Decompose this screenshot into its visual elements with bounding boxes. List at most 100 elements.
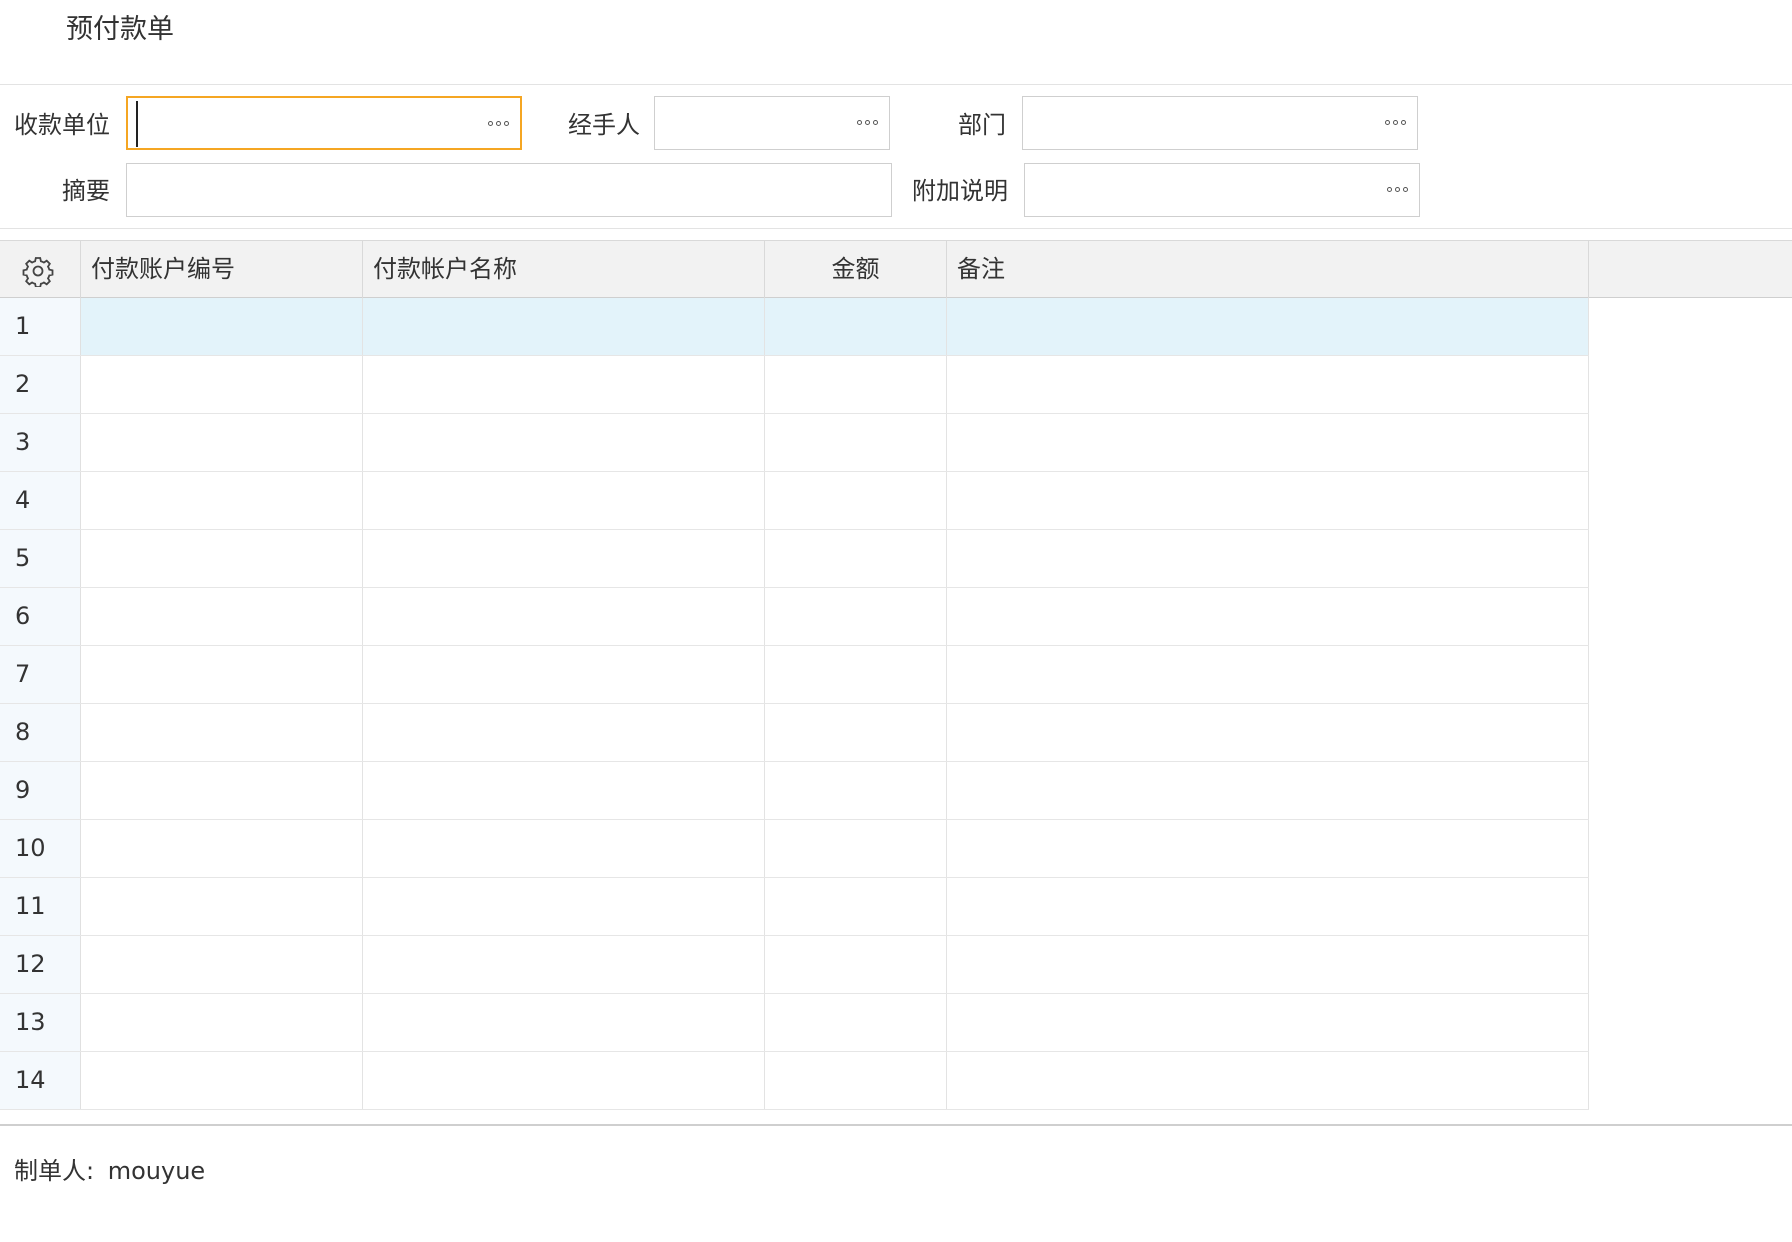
table-row[interactable]: 6: [0, 588, 1589, 646]
account-name-cell[interactable]: [363, 878, 765, 935]
remark-cell[interactable]: [947, 472, 1589, 529]
summary-field[interactable]: [126, 163, 892, 217]
table-row[interactable]: 14: [0, 1052, 1589, 1110]
account-name-cell[interactable]: [363, 472, 765, 529]
amount-cell[interactable]: [765, 588, 947, 645]
account-name-cell[interactable]: [363, 530, 765, 587]
row-number: 14: [0, 1052, 81, 1109]
account-name-cell[interactable]: [363, 356, 765, 413]
summary-input[interactable]: [139, 172, 883, 210]
amount-cell[interactable]: [765, 298, 947, 355]
form-divider: [0, 228, 1792, 229]
table-row[interactable]: 3: [0, 414, 1589, 472]
grid-bottom-border: [0, 1124, 1792, 1126]
remark-cell[interactable]: [947, 588, 1589, 645]
remark-cell[interactable]: [947, 704, 1589, 761]
row-number: 6: [0, 588, 81, 645]
gear-icon[interactable]: [22, 255, 54, 287]
col-header-amount[interactable]: 金额: [765, 241, 947, 298]
col-header-account-code[interactable]: 付款账户编号: [81, 241, 363, 298]
amount-cell[interactable]: [765, 936, 947, 993]
payee-label: 收款单位: [14, 111, 110, 139]
account-name-cell[interactable]: [363, 762, 765, 819]
account-code-cell[interactable]: [81, 530, 363, 587]
table-row[interactable]: 4: [0, 472, 1589, 530]
remark-cell[interactable]: [947, 936, 1589, 993]
remark-cell[interactable]: [947, 356, 1589, 413]
header-divider: [0, 84, 1792, 85]
table-row[interactable]: 1: [0, 298, 1589, 356]
handler-lookup-button[interactable]: [853, 109, 881, 135]
dept-input[interactable]: [1035, 105, 1373, 143]
account-code-cell[interactable]: [81, 936, 363, 993]
amount-cell[interactable]: [765, 1052, 947, 1109]
col-header-account-name[interactable]: 付款帐户名称: [363, 241, 765, 298]
account-name-cell[interactable]: [363, 588, 765, 645]
table-row[interactable]: 11: [0, 878, 1589, 936]
table-row[interactable]: 7: [0, 646, 1589, 704]
account-code-cell[interactable]: [81, 588, 363, 645]
handler-field[interactable]: [654, 96, 890, 150]
account-code-cell[interactable]: [81, 878, 363, 935]
table-row[interactable]: 8: [0, 704, 1589, 762]
account-code-cell[interactable]: [81, 472, 363, 529]
account-code-cell[interactable]: [81, 994, 363, 1051]
payee-lookup-button[interactable]: [484, 110, 512, 136]
table-row[interactable]: 13: [0, 994, 1589, 1052]
table-row[interactable]: 10: [0, 820, 1589, 878]
amount-cell[interactable]: [765, 994, 947, 1051]
table-row[interactable]: 9: [0, 762, 1589, 820]
amount-cell[interactable]: [765, 646, 947, 703]
account-name-cell[interactable]: [363, 704, 765, 761]
row-number: 3: [0, 414, 81, 471]
amount-cell[interactable]: [765, 414, 947, 471]
remark-cell[interactable]: [947, 820, 1589, 877]
page-title: 预付款单: [66, 14, 174, 45]
account-name-cell[interactable]: [363, 646, 765, 703]
account-code-cell[interactable]: [81, 298, 363, 355]
remark-cell[interactable]: [947, 414, 1589, 471]
dept-lookup-button[interactable]: [1381, 109, 1409, 135]
account-code-cell[interactable]: [81, 1052, 363, 1109]
account-name-cell[interactable]: [363, 820, 765, 877]
account-code-cell[interactable]: [81, 356, 363, 413]
extra-lookup-button[interactable]: [1383, 176, 1411, 202]
remark-cell[interactable]: [947, 646, 1589, 703]
account-name-cell[interactable]: [363, 1052, 765, 1109]
account-name-cell[interactable]: [363, 298, 765, 355]
extra-field[interactable]: [1024, 163, 1420, 217]
account-name-cell[interactable]: [363, 936, 765, 993]
amount-cell[interactable]: [765, 356, 947, 413]
account-name-cell[interactable]: [363, 414, 765, 471]
remark-cell[interactable]: [947, 1052, 1589, 1109]
account-code-cell[interactable]: [81, 704, 363, 761]
account-name-cell[interactable]: [363, 994, 765, 1051]
remark-cell[interactable]: [947, 298, 1589, 355]
extra-input[interactable]: [1037, 172, 1375, 210]
amount-cell[interactable]: [765, 704, 947, 761]
summary-label: 摘要: [62, 177, 110, 205]
remark-cell[interactable]: [947, 762, 1589, 819]
amount-cell[interactable]: [765, 762, 947, 819]
amount-cell[interactable]: [765, 820, 947, 877]
amount-cell[interactable]: [765, 472, 947, 529]
account-code-cell[interactable]: [81, 414, 363, 471]
remark-cell[interactable]: [947, 994, 1589, 1051]
amount-cell[interactable]: [765, 530, 947, 587]
table-row[interactable]: 12: [0, 936, 1589, 994]
creator-label: 制单人:: [14, 1157, 95, 1185]
account-code-cell[interactable]: [81, 646, 363, 703]
table-row[interactable]: 5: [0, 530, 1589, 588]
remark-cell[interactable]: [947, 530, 1589, 587]
payee-field[interactable]: [126, 96, 522, 150]
remark-cell[interactable]: [947, 878, 1589, 935]
col-header-remark[interactable]: 备注: [947, 241, 1589, 298]
account-code-cell[interactable]: [81, 820, 363, 877]
payee-input[interactable]: [140, 106, 476, 144]
amount-cell[interactable]: [765, 878, 947, 935]
account-code-cell[interactable]: [81, 762, 363, 819]
table-row[interactable]: 2: [0, 356, 1589, 414]
dept-label: 部门: [958, 111, 1006, 139]
dept-field[interactable]: [1022, 96, 1418, 150]
handler-input[interactable]: [667, 105, 845, 143]
